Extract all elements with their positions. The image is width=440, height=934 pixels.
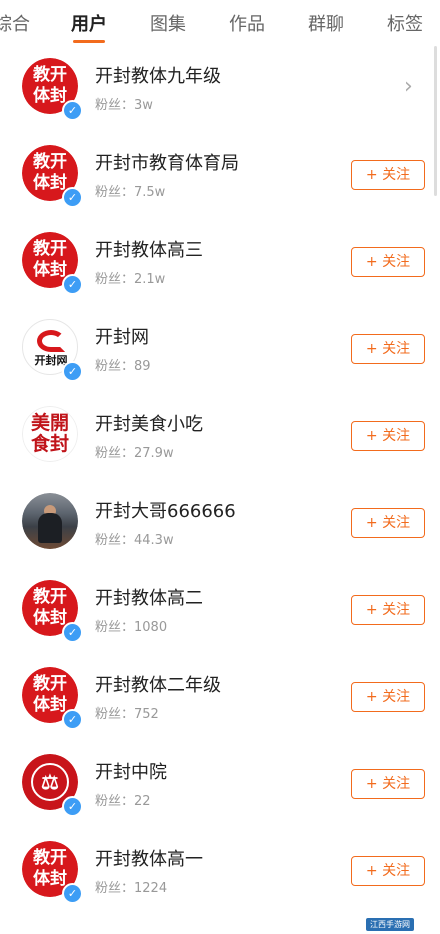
verified-icon: ✓	[62, 361, 83, 382]
list-item[interactable]: ⚖ ✓ 开封中院 粉丝：22 + 关注	[0, 740, 440, 827]
verified-icon: ✓	[62, 100, 83, 121]
follow-button[interactable]: + 关注	[351, 769, 425, 799]
list-item[interactable]: 教开体封 ✓ 开封教体九年级 粉丝：3w ›	[0, 44, 440, 131]
watermark: 江西手游网	[366, 918, 414, 931]
scales-emblem-icon: ⚖	[31, 763, 69, 801]
avatar[interactable]	[22, 493, 78, 549]
follow-button[interactable]: + 关注	[351, 595, 425, 625]
fan-count: 粉丝：1224	[95, 881, 168, 896]
tab-albums[interactable]: 图集	[150, 10, 186, 36]
chevron-right-icon[interactable]: ›	[404, 74, 413, 99]
tab-bar: 综合 用户 图集 作品 群聊 标签	[0, 0, 440, 45]
fan-count: 粉丝：7.5w	[95, 185, 166, 200]
user-name: 开封教体高一	[95, 849, 203, 870]
list-item[interactable]: 美開食封 开封美食小吃 粉丝：27.9w + 关注	[0, 392, 440, 479]
tab-group-chats[interactable]: 群聊	[308, 10, 344, 36]
logo-icon	[37, 330, 65, 352]
person-body-icon	[38, 513, 62, 543]
verified-icon: ✓	[62, 709, 83, 730]
active-tab-indicator	[73, 40, 105, 43]
verified-icon: ✓	[62, 883, 83, 904]
list-item[interactable]: 教开体封 ✓ 开封教体高一 粉丝：1224 + 关注	[0, 827, 440, 914]
fan-count: 粉丝：2.1w	[95, 272, 166, 287]
user-name: 开封网	[95, 327, 149, 348]
follow-button[interactable]: + 关注	[351, 160, 425, 190]
user-name: 开封教体九年级	[95, 66, 221, 87]
verified-icon: ✓	[62, 622, 83, 643]
user-name: 开封中院	[95, 762, 167, 783]
avatar[interactable]: 美開食封	[22, 406, 78, 462]
follow-button[interactable]: + 关注	[351, 421, 425, 451]
user-name: 开封教体高三	[95, 240, 203, 261]
user-name: 开封教体高二	[95, 588, 203, 609]
user-name: 开封大哥666666	[95, 501, 236, 522]
user-name: 开封市教育体育局	[95, 153, 239, 174]
fan-count: 粉丝：22	[95, 794, 151, 809]
list-item[interactable]: 教开体封 ✓ 开封教体二年级 粉丝：752 + 关注	[0, 653, 440, 740]
list-item[interactable]: 教开体封 ✓ 开封市教育体育局 粉丝：7.5w + 关注	[0, 131, 440, 218]
verified-icon: ✓	[62, 187, 83, 208]
tab-comprehensive[interactable]: 综合	[0, 10, 30, 36]
scrollbar[interactable]	[434, 46, 437, 196]
fan-count: 粉丝：3w	[95, 98, 153, 113]
follow-button[interactable]: + 关注	[351, 508, 425, 538]
fan-count: 粉丝：89	[95, 359, 151, 374]
fan-count: 粉丝：752	[95, 707, 159, 722]
user-list: 教开体封 ✓ 开封教体九年级 粉丝：3w › 教开体封 ✓ 开封市教育体育局 粉…	[0, 44, 440, 914]
avatar-logo-text: 美開食封	[22, 406, 78, 462]
list-item[interactable]: 开封大哥666666 粉丝：44.3w + 关注	[0, 479, 440, 566]
follow-button[interactable]: + 关注	[351, 682, 425, 712]
verified-icon: ✓	[62, 274, 83, 295]
follow-button[interactable]: + 关注	[351, 334, 425, 364]
verified-icon: ✓	[62, 796, 83, 817]
user-name: 开封美食小吃	[95, 414, 203, 435]
tab-works[interactable]: 作品	[229, 10, 265, 36]
fan-count: 粉丝：27.9w	[95, 446, 174, 461]
list-item[interactable]: 教开体封 ✓ 开封教体高二 粉丝：1080 + 关注	[0, 566, 440, 653]
follow-button[interactable]: + 关注	[351, 247, 425, 277]
fan-count: 粉丝：1080	[95, 620, 168, 635]
follow-button[interactable]: + 关注	[351, 856, 425, 886]
user-name: 开封教体二年级	[95, 675, 221, 696]
tab-users[interactable]: 用户	[71, 10, 107, 36]
tab-tags[interactable]: 标签	[387, 10, 423, 36]
list-item[interactable]: 开封网 ✓ 开封网 粉丝：89 + 关注	[0, 305, 440, 392]
list-item[interactable]: 教开体封 ✓ 开封教体高三 粉丝：2.1w + 关注	[0, 218, 440, 305]
fan-count: 粉丝：44.3w	[95, 533, 174, 548]
